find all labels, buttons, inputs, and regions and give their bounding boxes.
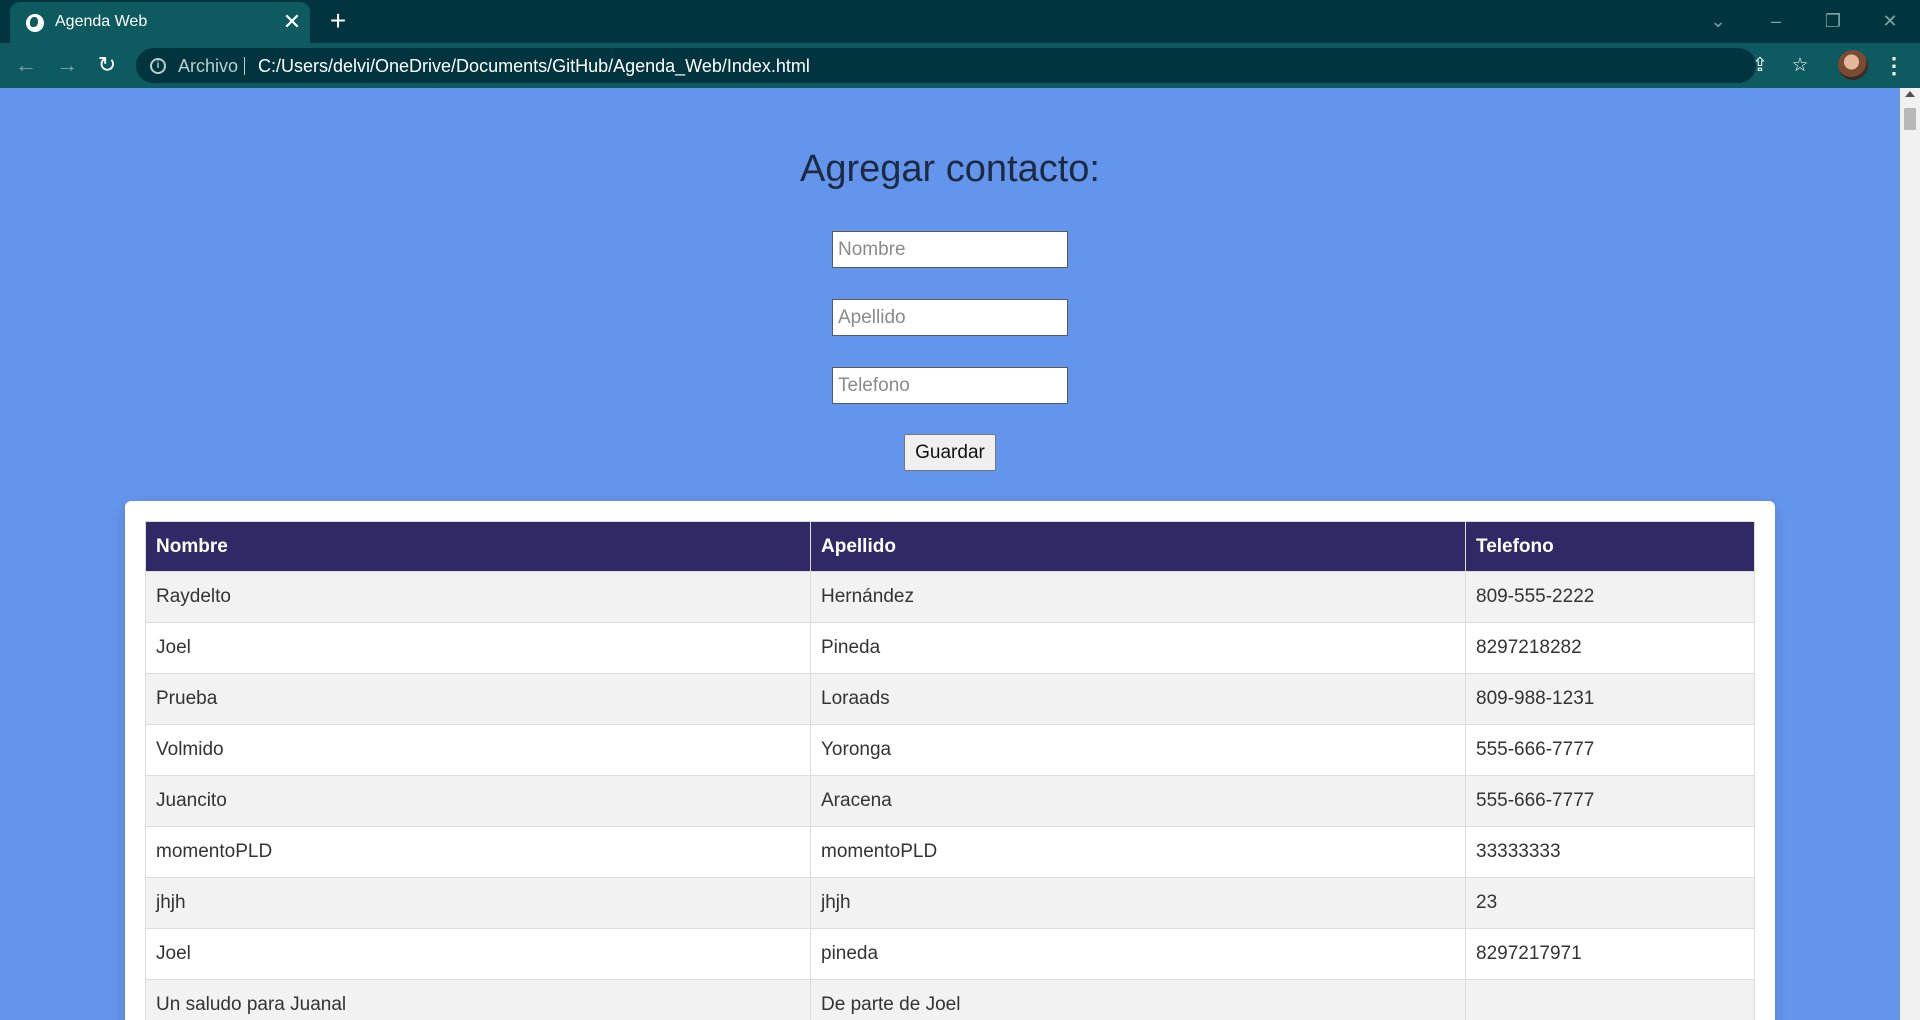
browser-toolbar: ← → ↻ i Archivo C:/Users/delvi/OneDrive/… [0, 43, 1920, 88]
address-bar[interactable]: i Archivo C:/Users/delvi/OneDrive/Docume… [136, 48, 1809, 83]
table-row: Un saludo para Juanal De parte de Joel [145, 979, 1755, 1020]
table-row: Juancito Aracena 555-666-7777 [145, 775, 1755, 827]
info-icon[interactable]: i [150, 58, 166, 74]
table-row: Joel pineda 8297217971 [145, 928, 1755, 980]
cell-apellido: De parte de Joel [810, 979, 1466, 1020]
nombre-input[interactable] [832, 231, 1068, 268]
cell-nombre: Prueba [145, 673, 811, 725]
plus-icon[interactable]: + [324, 6, 352, 36]
cell-telefono: 23 [1465, 877, 1755, 929]
cell-telefono: 8297218282 [1465, 622, 1755, 674]
cell-apellido: pineda [810, 928, 1466, 980]
cell-nombre: Juancito [145, 775, 811, 827]
avatar[interactable] [1838, 50, 1868, 80]
contacts-table: Nombre Apellido Telefono Raydelto Hernán… [145, 521, 1755, 1020]
scroll-up-icon[interactable] [1905, 91, 1915, 97]
cell-apellido: Hernández [810, 571, 1466, 623]
close-icon[interactable]: ✕ [280, 10, 304, 34]
cell-telefono: 555-666-7777 [1465, 724, 1755, 776]
table-row: Volmido Yoronga 555-666-7777 [145, 724, 1755, 776]
save-button[interactable]: Guardar [904, 434, 996, 471]
address-scheme: Archivo [178, 56, 239, 76]
table-row: momentoPLD momentoPLD 33333333 [145, 826, 1755, 878]
tab-search-icon[interactable]: ⌄ [1700, 8, 1736, 34]
cell-nombre: Volmido [145, 724, 811, 776]
minimize-icon[interactable]: – [1758, 8, 1794, 34]
page-scrollbar[interactable] [1900, 88, 1920, 1020]
back-icon[interactable]: ← [10, 49, 42, 81]
table-row: jhjh jhjh 23 [145, 877, 1755, 929]
globe-icon [26, 14, 44, 32]
browser-tab[interactable]: Agenda Web ✕ [10, 2, 310, 43]
cell-apellido: Yoronga [810, 724, 1466, 776]
cell-nombre: momentoPLD [145, 826, 811, 878]
cell-telefono: 809-988-1231 [1465, 673, 1755, 725]
menu-icon[interactable]: ⋮ [1882, 51, 1906, 81]
cell-telefono: 8297217971 [1465, 928, 1755, 980]
browser-tab-bar: Agenda Web ✕ + ⌄ – ❐ ✕ [0, 0, 1920, 43]
star-icon[interactable]: ☆ [1787, 54, 1813, 78]
header-apellido: Apellido [810, 521, 1466, 572]
page-title: Agregar contacto: [800, 148, 1100, 190]
table-row: Prueba Loraads 809-988-1231 [145, 673, 1755, 725]
reload-icon[interactable]: ↻ [91, 49, 123, 81]
address-divider [244, 57, 245, 75]
cell-apellido: momentoPLD [810, 826, 1466, 878]
cell-telefono: 809-555-2222 [1465, 571, 1755, 623]
cell-nombre: jhjh [145, 877, 811, 929]
table-header-row: Nombre Apellido Telefono [145, 521, 1755, 572]
cell-apellido: Pineda [810, 622, 1466, 674]
cell-telefono [1465, 979, 1755, 1020]
cell-apellido: Aracena [810, 775, 1466, 827]
scroll-thumb[interactable] [1904, 108, 1916, 130]
tab-title: Agenda Web [55, 13, 148, 30]
apellido-input[interactable] [832, 299, 1068, 336]
share-icon[interactable]: ⇪ [1747, 54, 1773, 78]
cell-apellido: jhjh [810, 877, 1466, 929]
cell-nombre: Raydelto [145, 571, 811, 623]
restore-icon[interactable]: ❐ [1815, 8, 1851, 34]
cell-nombre: Joel [145, 928, 811, 980]
cell-nombre: Joel [145, 622, 811, 674]
table-row: Raydelto Hernández 809-555-2222 [145, 571, 1755, 623]
cell-telefono: 555-666-7777 [1465, 775, 1755, 827]
cell-nombre: Un saludo para Juanal [145, 979, 811, 1020]
page-content: Agregar contacto: Guardar Nombre Apellid… [0, 88, 1900, 1020]
contacts-card: Nombre Apellido Telefono Raydelto Hernán… [125, 501, 1775, 1020]
cell-telefono: 33333333 [1465, 826, 1755, 878]
telefono-input[interactable] [832, 367, 1068, 404]
header-telefono: Telefono [1465, 521, 1755, 572]
address-url[interactable]: C:/Users/delvi/OneDrive/Documents/GitHub… [258, 56, 810, 77]
window-close-icon[interactable]: ✕ [1872, 8, 1908, 34]
cell-apellido: Loraads [810, 673, 1466, 725]
forward-icon[interactable]: → [51, 49, 83, 81]
table-row: Joel Pineda 8297218282 [145, 622, 1755, 674]
header-nombre: Nombre [145, 521, 811, 572]
